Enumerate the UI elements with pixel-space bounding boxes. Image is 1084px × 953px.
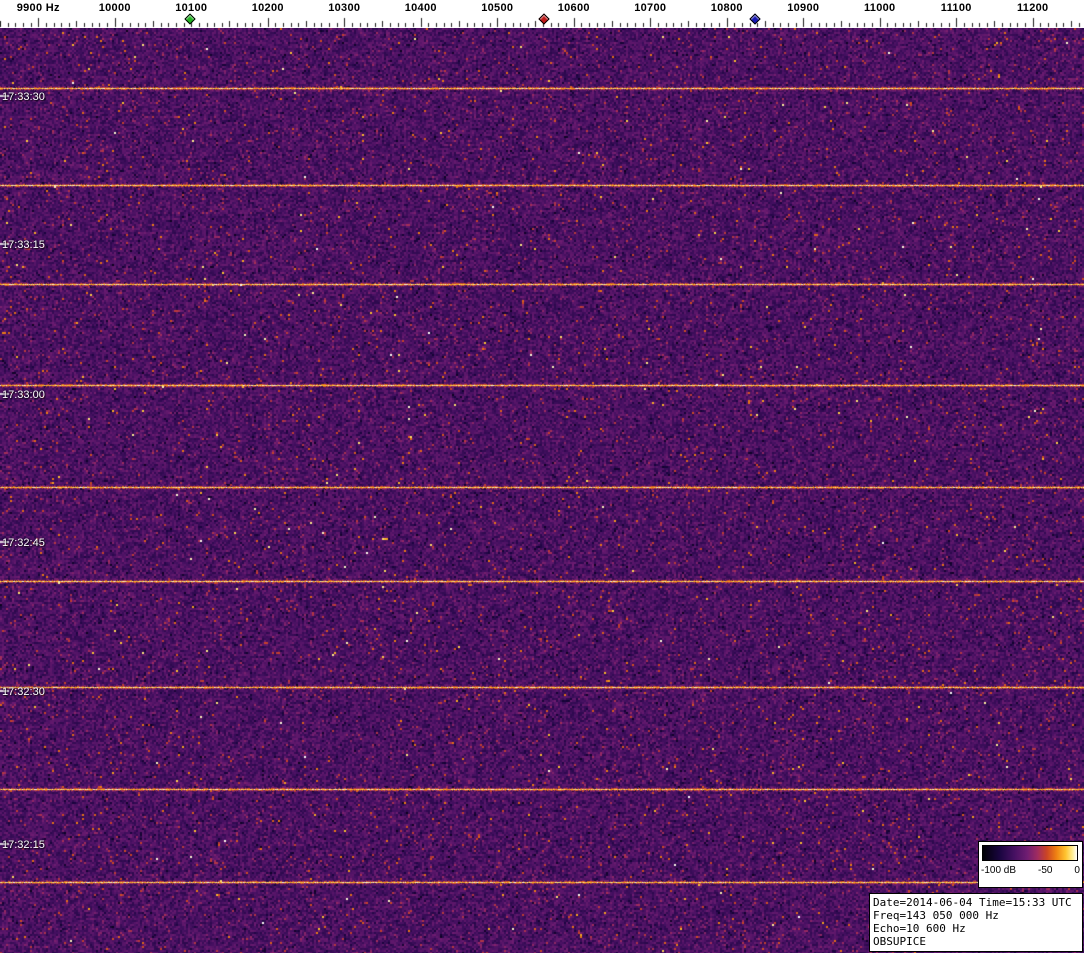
spectrogram-waterfall[interactable] xyxy=(0,28,1084,953)
colorbar-labels: -100 dB -50 0 xyxy=(979,865,1082,876)
freq-tick-label: 10700 xyxy=(634,2,667,14)
info-line-frequency: Freq=143 050 000 Hz xyxy=(873,909,999,922)
freq-tick-label: 10300 xyxy=(328,2,361,14)
frequency-ruler[interactable]: 9900 Hz 10000 10100 10200 10300 10400 10500 106… xyxy=(0,0,1084,28)
colorbar-mid-label: -50 xyxy=(1038,865,1053,876)
info-line-date-time: Date=2014-06-04 Time=15:33 UTC xyxy=(873,896,1072,909)
freq-tick-label: 10000 xyxy=(98,2,131,14)
freq-tick-label: 10500 xyxy=(481,2,514,14)
info-line-echo: Echo=10 600 Hz xyxy=(873,922,966,935)
colorbar-max-label: 0 xyxy=(1074,865,1080,876)
freq-tick-label: 11100 xyxy=(940,2,972,14)
freq-tick-label: 10200 xyxy=(251,2,284,14)
freq-tick-label: 10900 xyxy=(787,2,820,14)
freq-tick-label: 10400 xyxy=(404,2,437,14)
freq-tick-label: 11000 xyxy=(863,2,896,14)
observation-info-box: Date=2014-06-04 Time=15:33 UTC Freq=143 … xyxy=(869,893,1083,952)
colorbar-gradient xyxy=(982,845,1078,861)
freq-tick-label: 9900 Hz xyxy=(16,2,60,14)
freq-tick-label: 10600 xyxy=(557,2,590,14)
freq-tick-label: 10800 xyxy=(710,2,743,14)
amplitude-colorbar: -100 dB -50 0 xyxy=(978,841,1083,888)
freq-tick-label: 10100 xyxy=(175,2,208,14)
colorbar-min-label: -100 dB xyxy=(981,865,1017,876)
freq-tick-label: 11200 xyxy=(1016,2,1049,14)
info-line-station: OBSUPICE xyxy=(873,935,926,948)
